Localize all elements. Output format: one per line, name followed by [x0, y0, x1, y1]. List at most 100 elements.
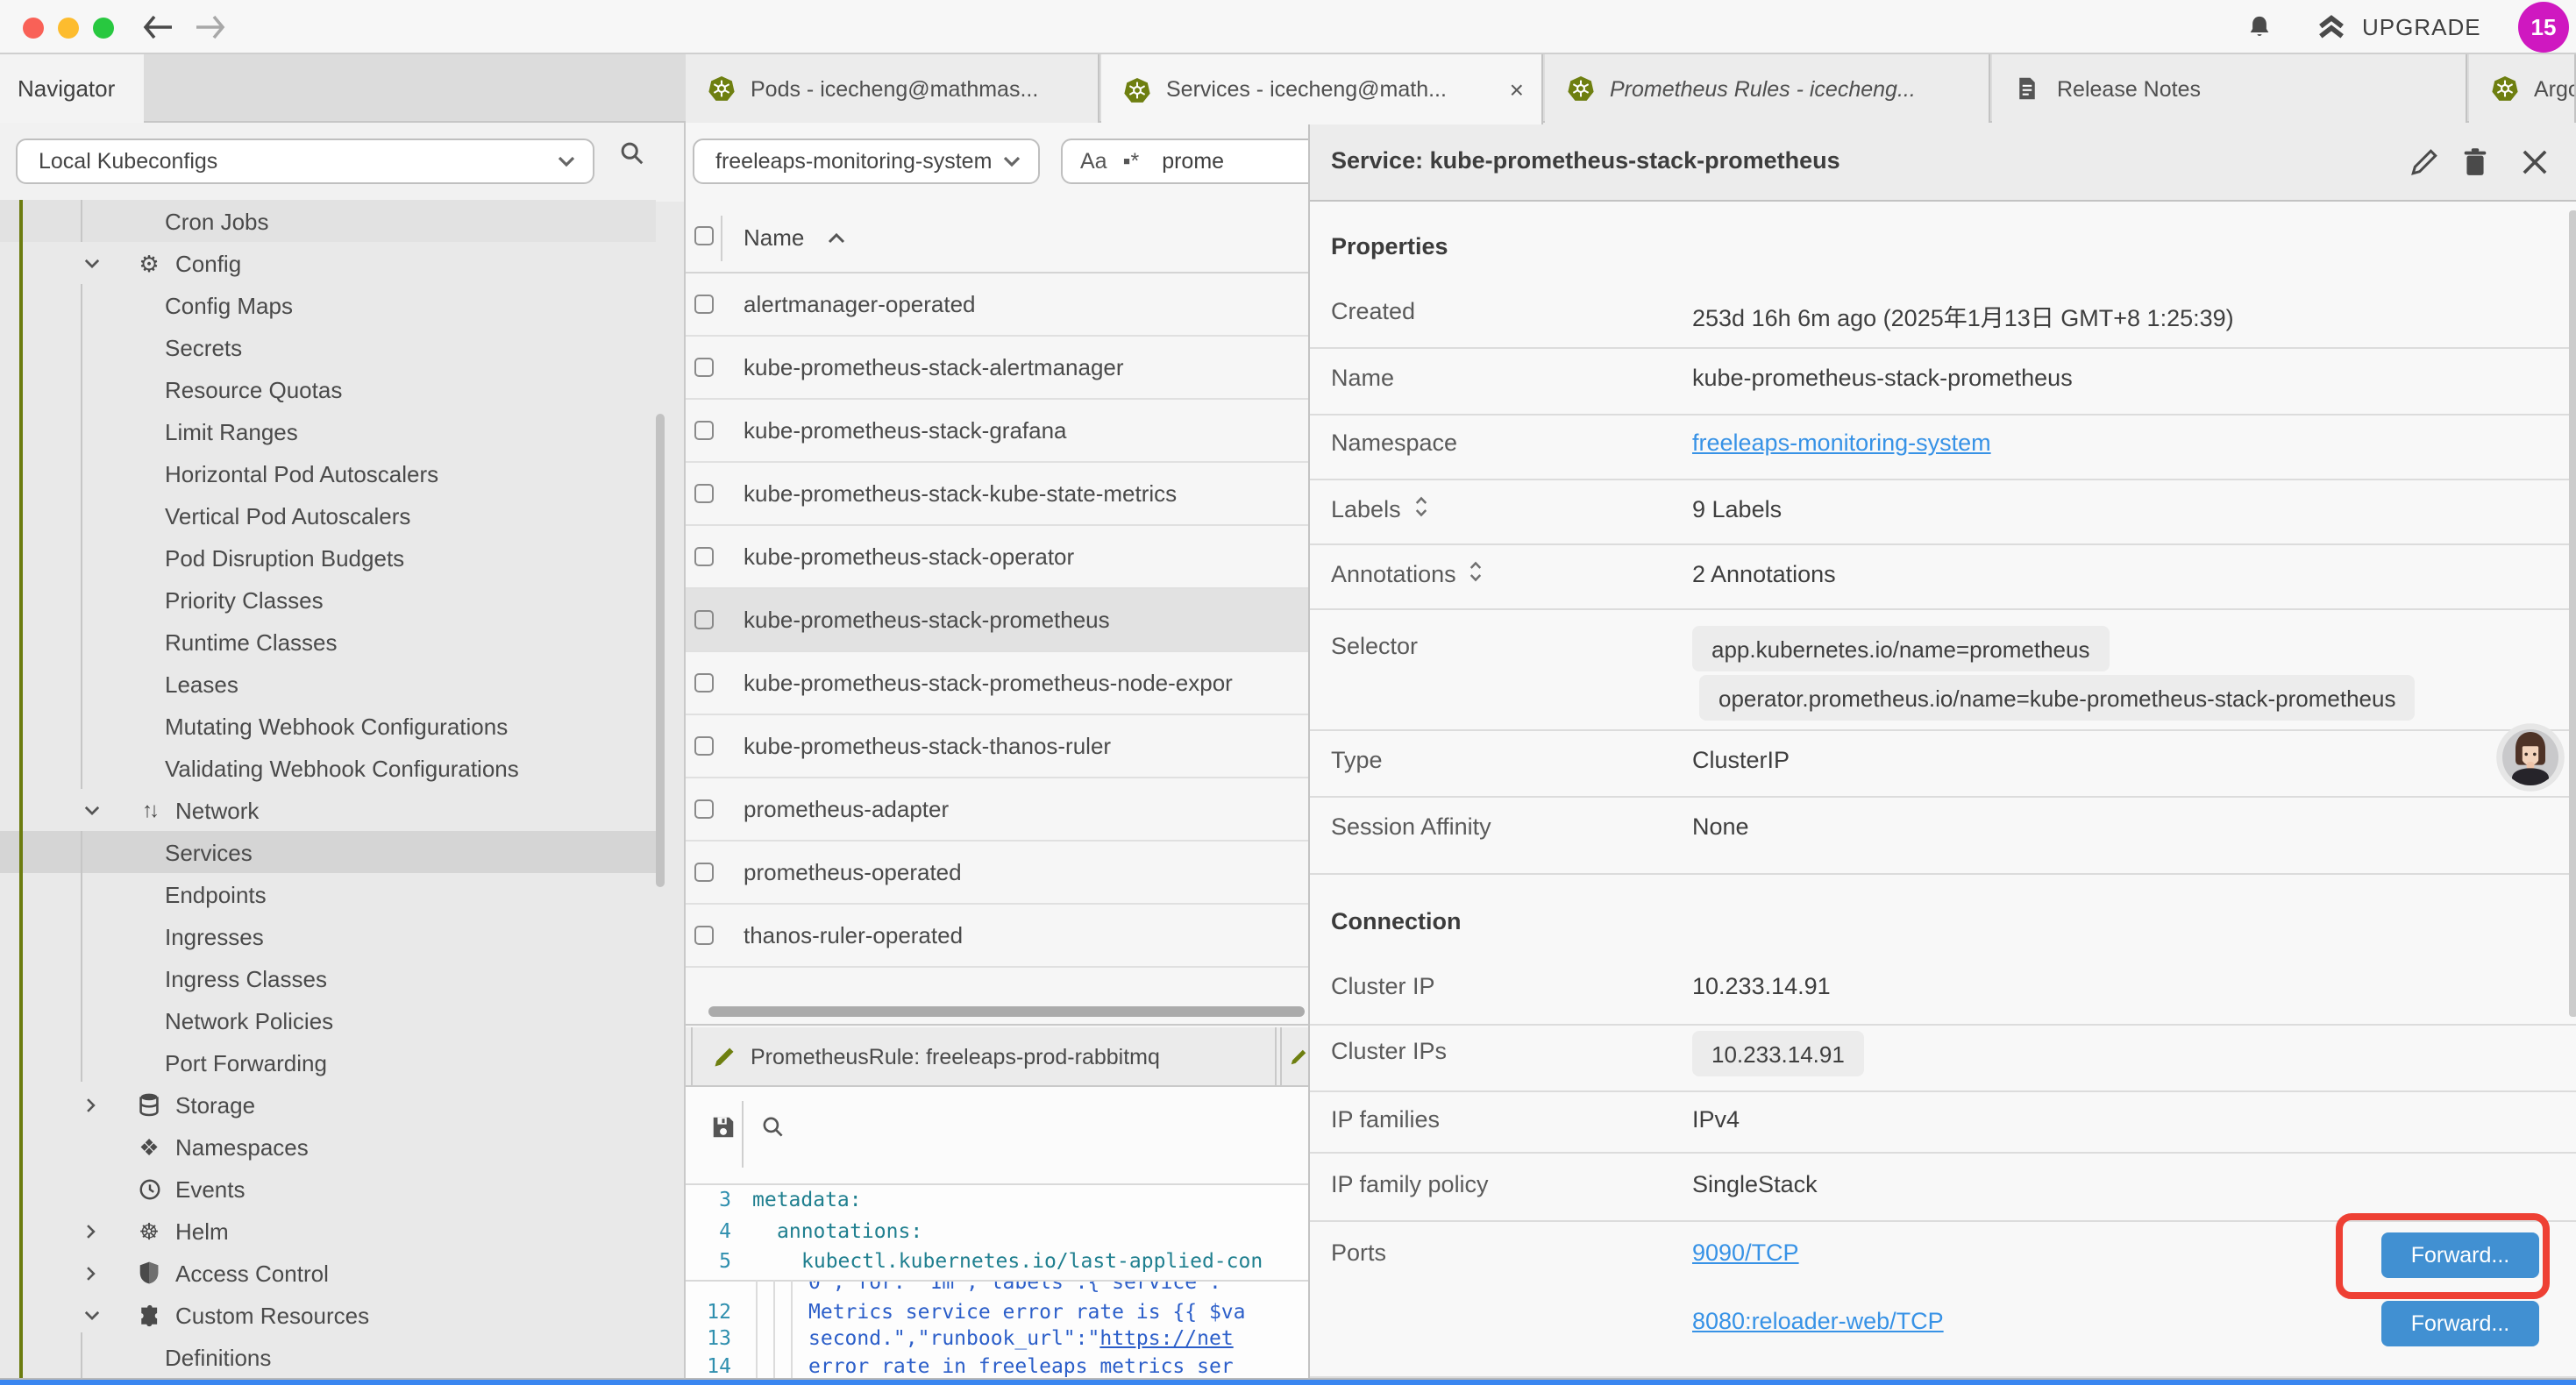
sidebar-item-ingresses[interactable]: Ingresses	[0, 915, 656, 957]
notifications-bell-icon[interactable]	[2246, 12, 2273, 42]
row-checkbox[interactable]	[694, 799, 714, 819]
sidebar-item-custom-resources[interactable]: Custom Resources	[0, 1294, 656, 1336]
tab-release-notes[interactable]: Release Notes	[1992, 54, 2467, 123]
yaml-code-area[interactable]: 3metadata:4annotations:5kubectl.kubernet…	[686, 1185, 1308, 1380]
editor-tab-next[interactable]	[1280, 1027, 1308, 1085]
editor-tab-prometheusrule[interactable]: PrometheusRule: freeleaps-prod-rabbitmq	[691, 1027, 1277, 1085]
sidebar-item-priority-classes[interactable]: Priority Classes	[0, 579, 656, 621]
user-avatar[interactable]	[2495, 722, 2565, 792]
sidebar-item-resource-quotas[interactable]: Resource Quotas	[0, 368, 656, 410]
row-checkbox[interactable]	[694, 673, 714, 692]
delete-trash-icon[interactable]	[2460, 147, 2490, 177]
notification-count-badge[interactable]: 15	[2518, 2, 2569, 53]
namespace-link[interactable]: freeleaps-monitoring-system	[1692, 430, 1991, 456]
forward-button[interactable]: Forward...	[2381, 1301, 2539, 1346]
select-all-checkbox[interactable]	[694, 226, 714, 245]
minimize-window-button[interactable]	[58, 17, 79, 38]
edit-pencil-icon[interactable]	[2409, 147, 2439, 177]
sidebar-scrollbar[interactable]	[656, 414, 665, 887]
close-window-button[interactable]	[23, 17, 44, 38]
row-checkbox[interactable]	[694, 610, 714, 629]
sidebar-item-storage[interactable]: Storage	[0, 1083, 656, 1126]
port-link-9090-tcp[interactable]: 9090/TCP	[1692, 1239, 1799, 1266]
sidebar-item-config[interactable]: ⚙Config	[0, 242, 656, 284]
namespace-filter-select[interactable]: freeleaps-monitoring-system	[693, 138, 1040, 184]
kubeconfig-selector[interactable]: Local Kubeconfigs	[16, 138, 594, 184]
sidebar-item-port-forwarding[interactable]: Port Forwarding	[0, 1041, 656, 1083]
sidebar-item-endpoints[interactable]: Endpoints	[0, 873, 656, 915]
editor-search-icon[interactable]	[761, 1115, 786, 1140]
table-row[interactable]: kube-prometheus-stack-operator	[686, 526, 1308, 589]
back-arrow-icon[interactable]	[140, 12, 175, 42]
navigator-panel-tab[interactable]: Navigator	[0, 54, 144, 123]
row-checkbox[interactable]	[694, 736, 714, 756]
table-row[interactable]: alertmanager-operated	[686, 273, 1308, 337]
close-panel-icon[interactable]	[2520, 147, 2550, 177]
sidebar-item-network-policies[interactable]: Network Policies	[0, 999, 656, 1041]
sort-toggle-icon[interactable]	[1415, 496, 1427, 522]
row-checkbox[interactable]	[694, 547, 714, 566]
sidebar-item-ingress-classes[interactable]: Ingress Classes	[0, 957, 656, 999]
sidebar-item-services[interactable]: Services	[0, 831, 656, 873]
details-scrollbar[interactable]	[2569, 210, 2576, 1017]
sidebar-item-leases[interactable]: Leases	[0, 663, 656, 705]
forward-arrow-icon[interactable]	[193, 12, 228, 42]
table-row[interactable]: kube-prometheus-stack-prometheus	[686, 589, 1308, 652]
panel-divider[interactable]	[684, 123, 686, 1380]
sidebar-item-network[interactable]: ↑↓Network	[0, 789, 656, 831]
sidebar-item-definitions[interactable]: Definitions	[0, 1336, 656, 1378]
sort-toggle-icon[interactable]	[1470, 561, 1483, 587]
sidebar-item-mutating-webhook-configurations[interactable]: Mutating Webhook Configurations	[0, 705, 656, 747]
sidebar-item-limit-ranges[interactable]: Limit Ranges	[0, 410, 656, 452]
row-checkbox[interactable]	[694, 863, 714, 882]
close-tab-icon[interactable]: ×	[1510, 75, 1524, 103]
match-case-toggle[interactable]: Aa	[1080, 149, 1107, 174]
sidebar-search-icon[interactable]	[619, 140, 645, 167]
sidebar-item-horizontal-pod-autoscalers[interactable]: Horizontal Pod Autoscalers	[0, 452, 656, 494]
sidebar-item-runtime-classes[interactable]: Runtime Classes	[0, 621, 656, 663]
maximize-window-button[interactable]	[93, 17, 114, 38]
upgrade-button[interactable]: UPGRADE	[2316, 0, 2481, 54]
row-checkbox[interactable]	[694, 484, 714, 503]
chevron-down-icon[interactable]	[81, 252, 102, 273]
sidebar-item-helm[interactable]: ☸Helm	[0, 1210, 656, 1252]
table-row[interactable]: kube-prometheus-stack-thanos-ruler	[686, 715, 1308, 778]
port-link-8080-reloader-web-tcp[interactable]: 8080:reloader-web/TCP	[1692, 1308, 1944, 1334]
sidebar-item-secrets[interactable]: Secrets	[0, 326, 656, 368]
row-checkbox[interactable]	[694, 926, 714, 945]
sidebar-item-validating-webhook-configurations[interactable]: Validating Webhook Configurations	[0, 747, 656, 789]
sidebar-item-namespaces[interactable]: ❖Namespaces	[0, 1126, 656, 1168]
regex-toggle[interactable]: ▪*	[1123, 149, 1140, 174]
sidebar-item-pod-disruption-budgets[interactable]: Pod Disruption Budgets	[0, 536, 656, 579]
tab-argo-se[interactable]: Argo Se	[2469, 54, 2576, 123]
horizontal-scrollbar[interactable]	[708, 1006, 1305, 1017]
chevron-down-icon[interactable]	[81, 799, 102, 820]
row-checkbox[interactable]	[694, 421, 714, 440]
table-row[interactable]: thanos-ruler-operated	[686, 905, 1308, 968]
chevron-right-icon[interactable]	[81, 1262, 102, 1283]
sidebar-item-config-maps[interactable]: Config Maps	[0, 284, 656, 326]
tab-services-icecheng-math[interactable]: Services - icecheng@math...×	[1101, 54, 1543, 124]
table-row[interactable]: kube-prometheus-stack-grafana	[686, 400, 1308, 463]
tab-prometheus-rules-icecheng[interactable]: Prometheus Rules - icecheng...	[1545, 54, 1990, 123]
table-row[interactable]: prometheus-adapter	[686, 778, 1308, 842]
sidebar-item-access-control[interactable]: Access Control	[0, 1252, 656, 1294]
chevron-right-icon[interactable]	[81, 1094, 102, 1115]
sidebar-item-cron-jobs[interactable]: Cron Jobs	[0, 200, 656, 242]
table-row[interactable]: kube-prometheus-stack-alertmanager	[686, 337, 1308, 400]
row-checkbox[interactable]	[694, 295, 714, 314]
row-checkbox[interactable]	[694, 358, 714, 377]
window-bottom-accent	[0, 1380, 2576, 1385]
column-header-name[interactable]: Name	[744, 202, 844, 273]
sidebar-item-vertical-pod-autoscalers[interactable]: Vertical Pod Autoscalers	[0, 494, 656, 536]
tab-pods-icecheng-mathmas[interactable]: Pods - icecheng@mathmas...	[686, 54, 1099, 123]
save-icon[interactable]	[710, 1113, 737, 1141]
search-input[interactable]: Aa ▪* prome	[1061, 138, 1308, 184]
sidebar-item-events[interactable]: Events	[0, 1168, 656, 1210]
table-row[interactable]: kube-prometheus-stack-kube-state-metrics	[686, 463, 1308, 526]
chevron-down-icon[interactable]	[81, 1304, 102, 1325]
runbook-url-link[interactable]: https://net	[1099, 1325, 1233, 1350]
chevron-right-icon[interactable]	[81, 1220, 102, 1241]
table-row[interactable]: prometheus-operated	[686, 842, 1308, 905]
table-row[interactable]: kube-prometheus-stack-prometheus-node-ex…	[686, 652, 1308, 715]
